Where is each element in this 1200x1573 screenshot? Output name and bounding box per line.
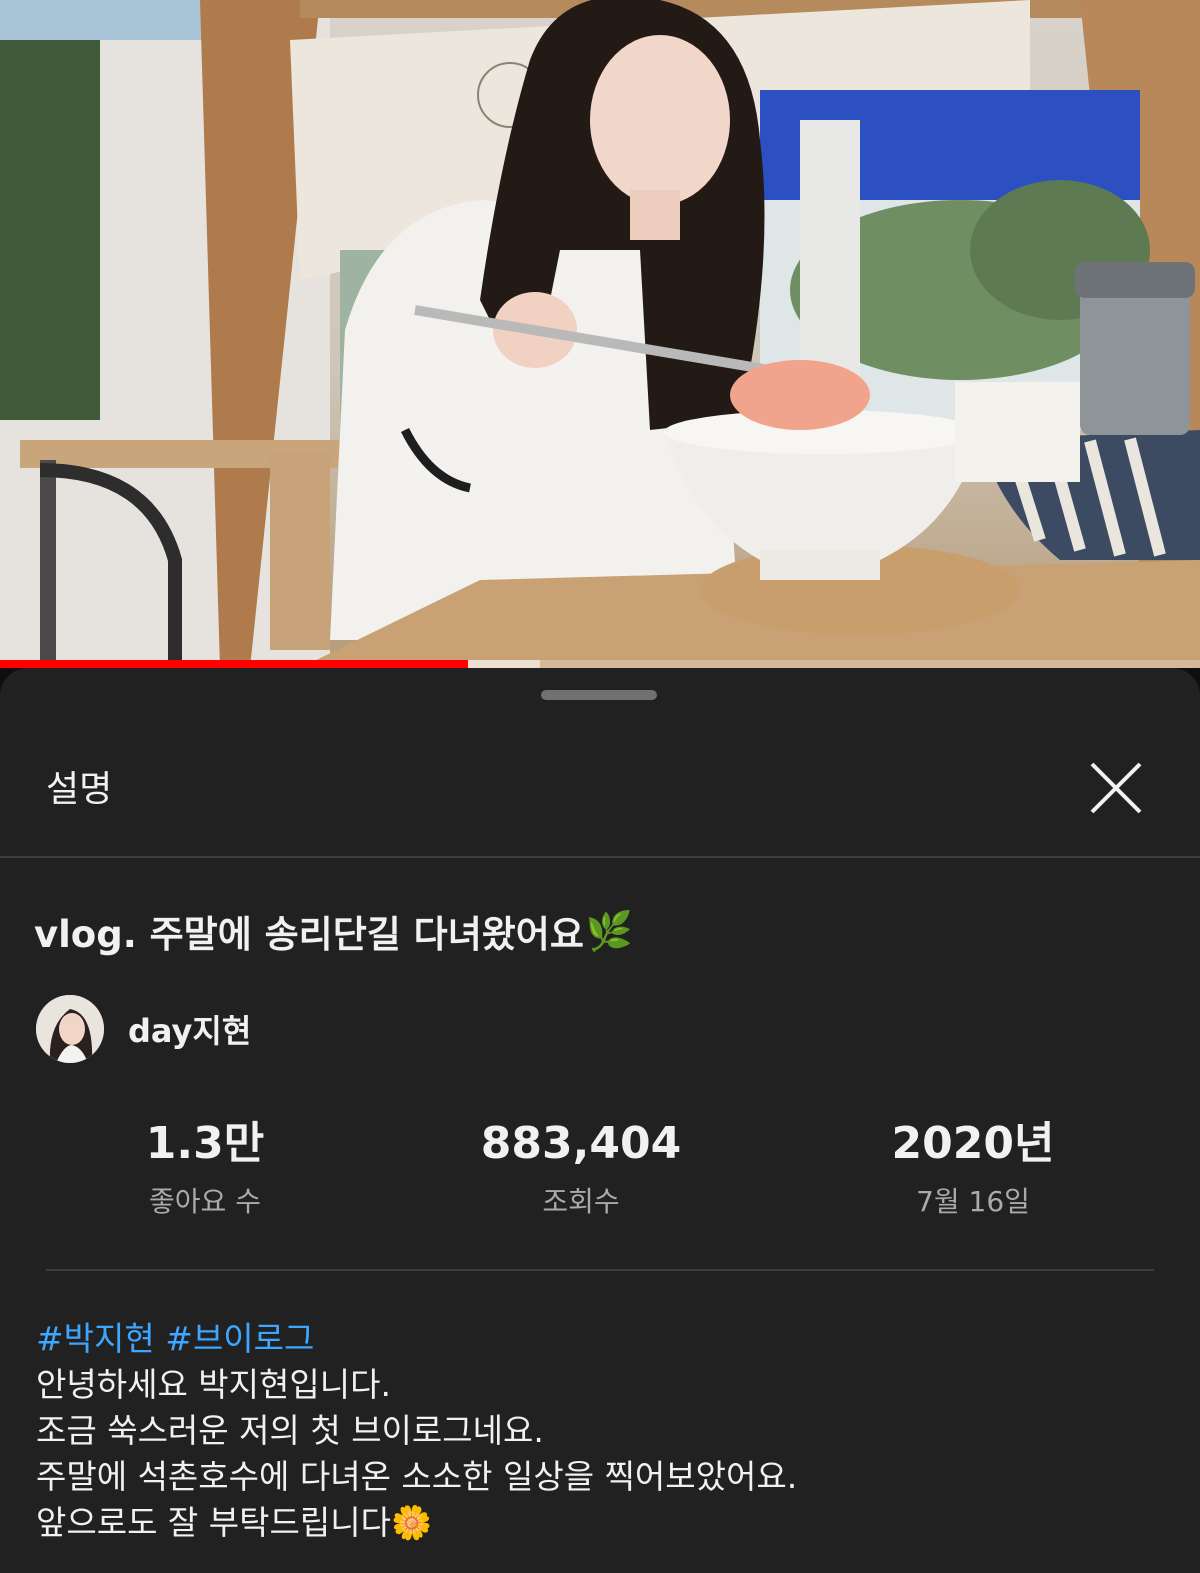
- progress-bar[interactable]: [0, 660, 1200, 668]
- channel-name[interactable]: day지현: [128, 1006, 251, 1052]
- views-stat: 883,404 조회수: [431, 1116, 731, 1220]
- likes-count: 1.3만: [145, 1118, 265, 1169]
- hashtag-link[interactable]: #박지현: [36, 1319, 155, 1358]
- close-icon: [1090, 762, 1142, 814]
- channel-avatar[interactable]: [36, 995, 104, 1063]
- drag-handle[interactable]: [541, 690, 657, 700]
- description-line-last: 앞으로도 잘 부탁드립니다🌼: [36, 1500, 797, 1546]
- date-stat: 2020년 7월 16일: [823, 1116, 1123, 1220]
- channel-row[interactable]: day지현: [36, 995, 251, 1063]
- stats-divider: [46, 1269, 1154, 1271]
- likes-label: 좋아요 수: [149, 1185, 261, 1218]
- header-divider: [0, 856, 1200, 858]
- description-line: 주말에 석촌호수에 다녀온 소소한 일상을 찍어보았어요.: [36, 1457, 798, 1496]
- description-line: 안녕하세요 박지현입니다.: [36, 1365, 391, 1404]
- video-player[interactable]: [0, 0, 1200, 668]
- description-line: 조금 쑥스러운 저의 첫 브이로그네요.: [36, 1411, 544, 1450]
- hashtag-row: #박지현 #브이로그: [36, 1316, 797, 1362]
- video-title: vlog. 주말에 송리단길 다녀왔어요 🌿: [34, 904, 633, 958]
- hashtag-link[interactable]: #브이로그: [165, 1319, 314, 1358]
- herb-emoji: 🌿: [585, 908, 634, 953]
- flower-emoji: 🌼: [390, 1503, 433, 1542]
- description-line: 앞으로도 잘 부탁드립니다: [36, 1503, 391, 1542]
- description-text: #박지현 #브이로그 안녕하세요 박지현입니다. 조금 쑥스러운 저의 첫 브이…: [36, 1316, 797, 1546]
- views-count: 883,404: [480, 1118, 682, 1169]
- likes-stat: 1.3만 좋아요 수: [55, 1116, 355, 1220]
- progress-played: [0, 660, 468, 668]
- upload-year: 2020년: [891, 1118, 1055, 1169]
- upload-date: 7월 16일: [916, 1185, 1030, 1218]
- video-frame: [0, 0, 1200, 668]
- stats-row: 1.3만 좋아요 수 883,404 조회수 2020년 7월 16일: [0, 1116, 1200, 1226]
- avatar-image: [36, 995, 104, 1063]
- views-label: 조회수: [542, 1185, 620, 1218]
- video-title-text: vlog. 주말에 송리단길 다녀왔어요: [34, 913, 584, 956]
- description-panel: 설명 vlog. 주말에 송리단길 다녀왔어요 🌿 day지현 1.3만 좋아요…: [0, 668, 1200, 1573]
- close-button[interactable]: [1076, 748, 1156, 828]
- panel-title: 설명: [46, 769, 113, 810]
